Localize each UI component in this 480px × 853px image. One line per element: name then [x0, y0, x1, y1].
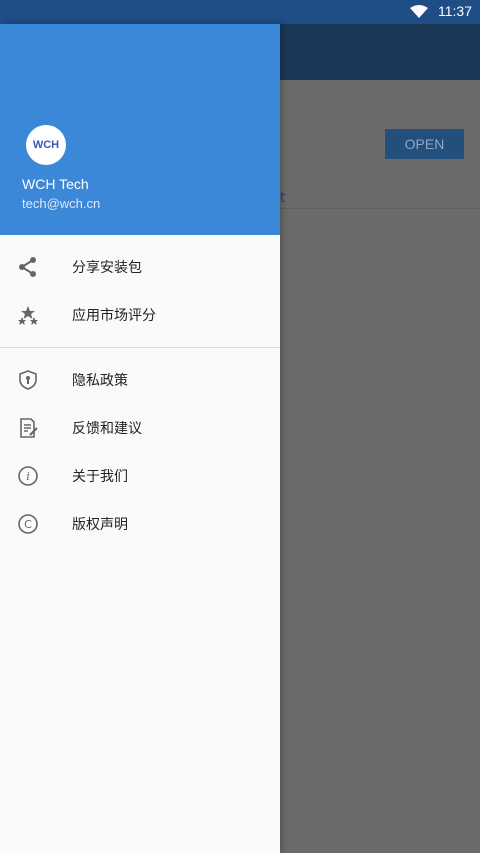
menu-item-about[interactable]: i 关于我们 — [0, 452, 280, 500]
navigation-drawer: WCH WCH Tech tech@wch.cn 分享安装包 应用市场评分 隐私… — [0, 24, 280, 853]
avatar: WCH — [26, 125, 66, 165]
share-icon — [17, 256, 39, 278]
background-text: t — [280, 190, 286, 206]
drawer-header: WCH WCH Tech tech@wch.cn — [0, 24, 280, 235]
menu-item-copyright[interactable]: C 版权声明 — [0, 500, 280, 548]
status-time: 11:37 — [438, 3, 472, 19]
menu-item-feedback[interactable]: 反馈和建议 — [0, 404, 280, 452]
drawer-menu: 分享安装包 应用市场评分 隐私政策 反馈和建议 i 关于我们 C 版权声明 — [0, 243, 280, 548]
status-bar: 11:37 — [0, 0, 480, 24]
menu-item-label: 隐私政策 — [72, 373, 128, 389]
copyright-icon: C — [17, 513, 39, 535]
wifi-icon — [410, 5, 428, 23]
svg-text:C: C — [24, 518, 32, 531]
menu-item-share[interactable]: 分享安装包 — [0, 243, 280, 291]
user-email: tech@wch.cn — [22, 196, 101, 211]
menu-item-label: 分享安装包 — [72, 260, 142, 276]
menu-item-label: 关于我们 — [72, 469, 128, 485]
shield-icon — [17, 369, 39, 391]
info-icon: i — [17, 465, 39, 487]
menu-item-label: 版权声明 — [72, 517, 128, 533]
stars-icon — [17, 304, 39, 326]
menu-item-rate[interactable]: 应用市场评分 — [0, 291, 280, 339]
user-name: WCH Tech — [22, 176, 89, 192]
open-button[interactable]: OPEN — [385, 129, 464, 159]
feedback-icon — [17, 417, 39, 439]
menu-item-privacy[interactable]: 隐私政策 — [0, 356, 280, 404]
menu-item-label: 反馈和建议 — [72, 421, 142, 437]
background-divider — [280, 208, 480, 209]
menu-item-label: 应用市场评分 — [72, 308, 156, 324]
svg-text:i: i — [26, 470, 30, 483]
menu-divider — [0, 347, 280, 348]
